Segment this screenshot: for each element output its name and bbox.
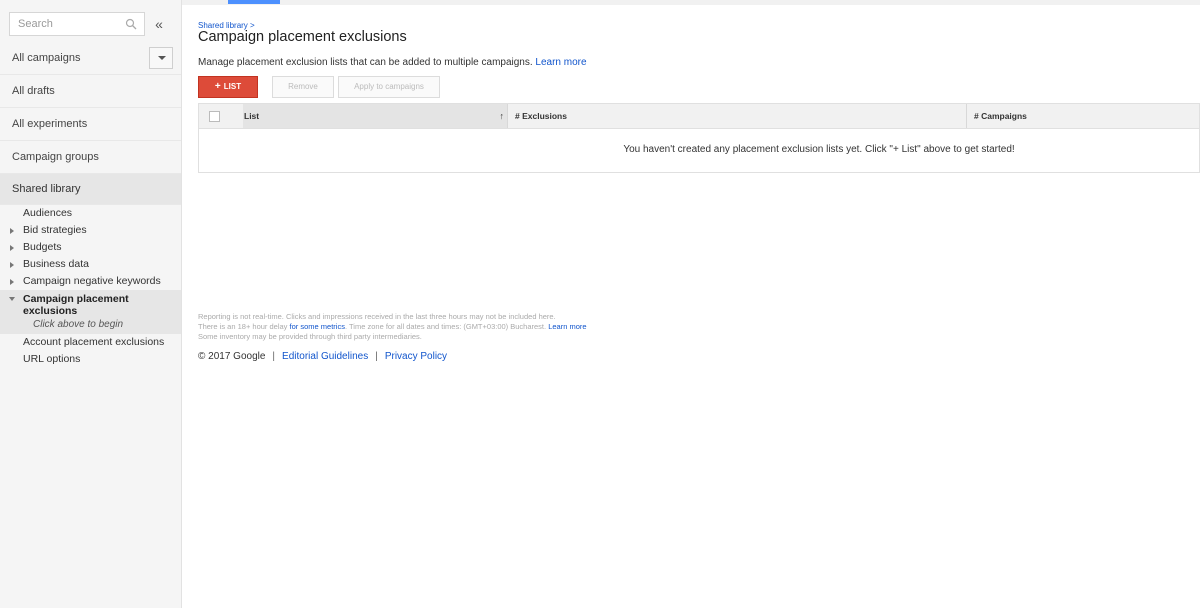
search-icon[interactable] xyxy=(125,18,137,30)
column-header-campaigns[interactable]: # Campaigns xyxy=(974,104,1027,128)
active-tab-indicator xyxy=(228,0,280,4)
notes-text: . Time zone for all dates and times: (GM… xyxy=(344,322,547,331)
notes-text: There is an 18+ hour delay xyxy=(198,322,288,331)
column-header-list[interactable]: List ↑ xyxy=(243,104,508,128)
sidebar: « All campaigns All drafts All experimen… xyxy=(0,0,182,608)
column-divider xyxy=(507,104,508,128)
editorial-guidelines-link[interactable]: Editorial Guidelines xyxy=(282,351,368,362)
expand-arrow-icon[interactable] xyxy=(10,279,14,285)
library-sub-hint: Click above to begin xyxy=(33,319,124,330)
library-item-business-data[interactable]: Business data xyxy=(0,256,181,273)
some-metrics-link[interactable]: for some metrics xyxy=(290,322,345,331)
notes-line-2: There is an 18+ hour delay for some metr… xyxy=(198,322,587,332)
nav-shared-library[interactable]: Shared library xyxy=(0,174,181,205)
search-input[interactable] xyxy=(10,13,118,35)
collapse-arrow-icon[interactable] xyxy=(9,297,15,301)
select-all-checkbox[interactable] xyxy=(209,111,220,122)
notes-line-3: Some inventory may be provided through t… xyxy=(198,332,422,341)
library-item-label: Bid strategies xyxy=(23,224,87,236)
library-item-label: Campaign negative keywords xyxy=(23,275,161,287)
exclusion-lists-table: List ↑ # Exclusions # Campaigns You have… xyxy=(198,103,1200,173)
column-header-exclusions[interactable]: # Exclusions xyxy=(515,104,567,128)
collapse-sidebar-icon[interactable]: « xyxy=(151,14,167,34)
shared-library-list: Audiences Bid strategies Budgets Busines… xyxy=(0,205,181,368)
expand-arrow-icon[interactable] xyxy=(10,245,14,251)
footer-separator: | xyxy=(375,351,378,362)
remove-button[interactable]: Remove xyxy=(272,76,334,98)
library-item-campaign-placement-exclusions[interactable]: Campaign placement exclusions Click abov… xyxy=(0,290,181,334)
library-item-label: Account placement exclusions xyxy=(23,336,165,348)
apply-to-campaigns-button[interactable]: Apply to campaigns xyxy=(338,76,440,98)
notes-learn-more-link[interactable]: Learn more xyxy=(548,322,586,331)
privacy-policy-link[interactable]: Privacy Policy xyxy=(385,351,447,362)
empty-state-text: You haven't created any placement exclus… xyxy=(623,144,1015,155)
description-text: Manage placement exclusion lists that ca… xyxy=(198,57,533,68)
nav-all-experiments[interactable]: All experiments xyxy=(0,108,181,141)
footer-separator: | xyxy=(272,351,276,362)
library-item-campaign-negative-keywords[interactable]: Campaign negative keywords xyxy=(0,273,181,290)
all-campaigns-dropdown-button[interactable] xyxy=(149,47,173,69)
expand-arrow-icon[interactable] xyxy=(10,262,14,268)
library-item-budgets[interactable]: Budgets xyxy=(0,239,181,256)
empty-state-message: You haven't created any placement exclus… xyxy=(199,144,1199,155)
column-header-label: List xyxy=(244,111,260,121)
library-item-label: URL options xyxy=(23,353,81,365)
library-item-label: Audiences xyxy=(23,207,73,219)
library-item-label: Budgets xyxy=(23,241,62,253)
search-box[interactable] xyxy=(9,12,145,36)
library-item-label: Business data xyxy=(23,258,89,270)
learn-more-link[interactable]: Learn more xyxy=(535,57,586,68)
library-item-label: Campaign placement exclusions xyxy=(23,293,129,317)
expand-arrow-icon[interactable] xyxy=(10,228,14,234)
table-header: List ↑ # Exclusions # Campaigns xyxy=(199,104,1199,129)
copyright-text: © 2017 Google xyxy=(198,351,266,362)
add-list-label: LIST xyxy=(223,82,242,91)
nav-campaign-groups[interactable]: Campaign groups xyxy=(0,141,181,174)
footer: © 2017 Google | Editorial Guidelines | Priva… xyxy=(198,351,447,362)
reporting-notes: Reporting is not real-time. Clicks and i… xyxy=(198,312,587,342)
column-divider xyxy=(966,104,967,128)
add-list-button[interactable]: + LIST xyxy=(198,76,258,98)
sort-arrow-icon[interactable]: ↑ xyxy=(500,104,505,128)
page-title: Campaign placement exclusions xyxy=(198,29,407,45)
library-item-audiences[interactable]: Audiences xyxy=(0,205,181,222)
notes-line-1: Reporting is not real-time. Clicks and i… xyxy=(198,312,556,321)
nav-all-drafts[interactable]: All drafts xyxy=(0,75,181,108)
main-content: Shared library > Campaign placement excl… xyxy=(182,5,1200,608)
library-item-account-placement-exclusions[interactable]: Account placement exclusions xyxy=(0,334,181,351)
library-item-url-options[interactable]: URL options xyxy=(0,351,181,368)
plus-icon: + xyxy=(214,81,221,92)
page-description: Manage placement exclusion lists that ca… xyxy=(198,57,587,68)
library-item-bid-strategies[interactable]: Bid strategies xyxy=(0,222,181,239)
